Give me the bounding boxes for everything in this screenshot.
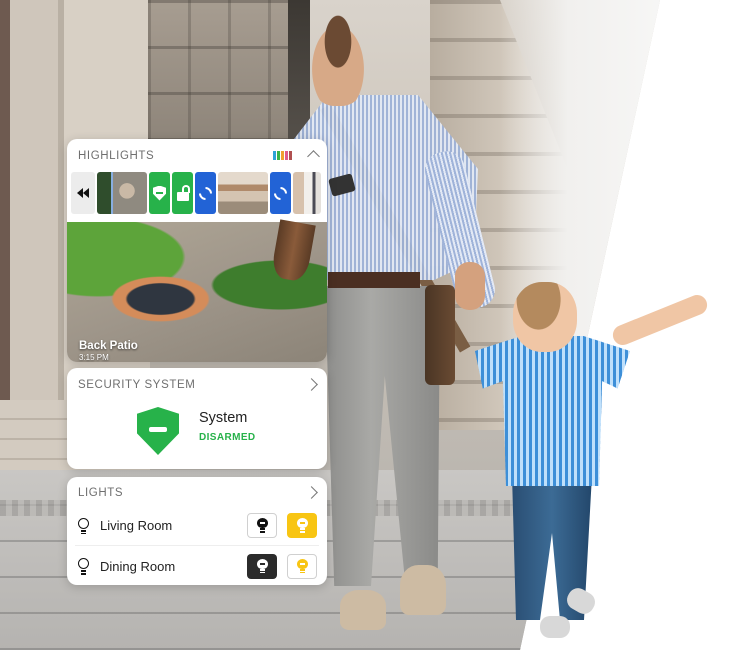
lightbulb-icon: [78, 517, 89, 534]
collapse-chevron-up-icon[interactable]: [307, 150, 320, 163]
man-shoe: [400, 565, 446, 615]
boy-head: [513, 282, 577, 352]
system-status: DISARMED: [199, 432, 256, 443]
rewind-icon: [77, 188, 89, 198]
legend-bar: [273, 151, 276, 160]
camera-name: Back Patio: [79, 340, 138, 352]
camera-preview[interactable]: Back Patio 3:15 PM: [67, 219, 327, 362]
lights-title: LIGHTS: [78, 487, 124, 499]
highlights-card: HIGHLIGHTS Back Patio 3:15 PM: [67, 139, 327, 362]
unlock-icon: [176, 185, 190, 201]
chevron-right-icon[interactable]: [305, 486, 318, 499]
chevron-right-icon[interactable]: [305, 378, 318, 391]
light-row-dining-room: Dining Room: [75, 546, 319, 585]
shield-disarmed-icon: [153, 185, 166, 201]
highlights-title: HIGHLIGHTS: [78, 150, 155, 162]
room-name: Living Room: [100, 518, 173, 533]
man-head: [305, 14, 371, 106]
light-row-living-room: Living Room: [75, 506, 319, 546]
man-shoe: [340, 590, 386, 630]
messenger-bag: [425, 285, 455, 385]
boy-arm: [609, 291, 711, 349]
security-title: SECURITY SYSTEM: [78, 379, 196, 391]
rewind-button[interactable]: [71, 172, 95, 214]
system-label: System: [199, 410, 248, 426]
light-on-button[interactable]: [287, 513, 317, 538]
security-system-card[interactable]: SECURITY SYSTEM System DISARMED: [67, 368, 327, 469]
patio-clip-thumbnail[interactable]: [97, 172, 147, 214]
legend-bar: [277, 151, 280, 160]
legend-bar: [285, 151, 288, 160]
bulb-off-icon: [256, 558, 268, 574]
room-clip-thumbnail[interactable]: [218, 172, 268, 214]
highlights-legend-icon[interactable]: [273, 151, 292, 160]
highlights-header[interactable]: HIGHLIGHTS: [67, 139, 327, 170]
legend-bar: [281, 151, 284, 160]
link-icon: [196, 183, 215, 203]
clip-time: 3:15 PM: [79, 353, 109, 362]
bulb-on-icon: [296, 558, 308, 574]
security-event-thumbnail[interactable]: [149, 172, 170, 214]
man-belt: [328, 272, 420, 288]
bulb-on-icon: [296, 518, 308, 533]
boy-shoe: [540, 616, 570, 638]
lock-event-thumbnail[interactable]: [172, 172, 193, 214]
highlights-timeline-strip[interactable]: [71, 172, 327, 214]
legend-bar: [289, 151, 292, 160]
building-facade: [148, 0, 308, 140]
hallway-clip-thumbnail[interactable]: [293, 172, 321, 214]
light-on-button[interactable]: [287, 553, 317, 579]
light-off-button[interactable]: [247, 513, 277, 538]
light-off-button[interactable]: [247, 553, 277, 579]
shield-disarmed-icon: [137, 407, 179, 455]
man-hand: [455, 262, 485, 310]
tree-trunk: [270, 219, 316, 283]
bulb-off-icon: [256, 518, 268, 533]
link-icon: [271, 183, 290, 203]
connection-event-thumbnail[interactable]: [270, 172, 291, 214]
room-name: Dining Room: [100, 558, 176, 574]
connection-event-thumbnail[interactable]: [195, 172, 216, 214]
lights-card: LIGHTS Living Room Dining Room: [67, 477, 327, 585]
lightbulb-icon: [78, 558, 89, 575]
